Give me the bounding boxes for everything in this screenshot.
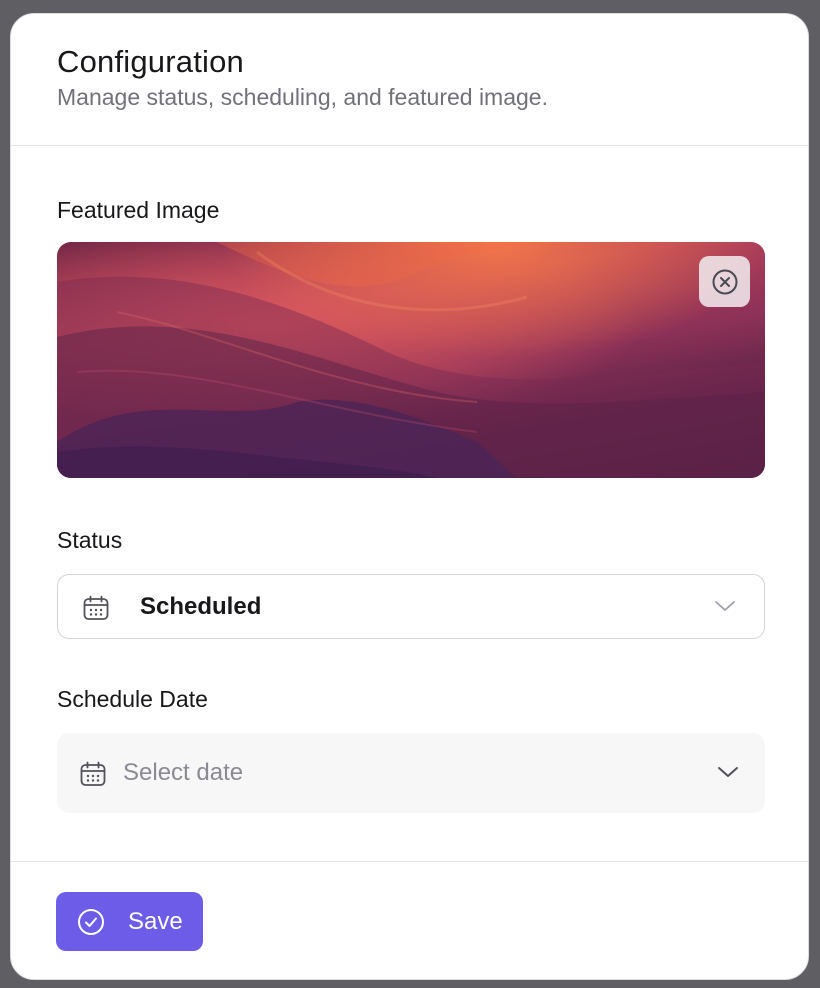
card-footer: Save xyxy=(11,861,808,979)
page-title: Configuration xyxy=(57,44,244,79)
schedule-date-placeholder: Select date xyxy=(123,759,244,786)
calendar-icon xyxy=(80,761,106,786)
check-circle-icon xyxy=(78,908,104,935)
chevron-down-icon xyxy=(715,601,735,611)
card-header: Configuration Manage status, scheduling,… xyxy=(11,14,808,146)
schedule-date-select[interactable]: Select date xyxy=(57,733,765,813)
status-label: Status xyxy=(57,527,123,553)
configuration-card: Configuration Manage status, scheduling,… xyxy=(10,13,809,980)
status-select[interactable]: Scheduled xyxy=(57,574,765,639)
canyon-rock-image xyxy=(57,242,765,478)
featured-image xyxy=(57,242,765,478)
chevron-down-icon xyxy=(718,767,738,777)
page-subtitle: Manage status, scheduling, and featured … xyxy=(57,84,548,110)
save-button[interactable]: Save xyxy=(56,892,203,951)
calendar-icon xyxy=(83,595,109,620)
schedule-date-label: Schedule Date xyxy=(57,686,208,712)
close-circle-icon xyxy=(712,269,737,294)
featured-image-label: Featured Image xyxy=(57,197,220,223)
save-button-label: Save xyxy=(128,907,183,935)
status-value: Scheduled xyxy=(140,592,262,620)
card-body: Featured Image Status Scheduled Schedule… xyxy=(11,196,808,813)
remove-image-button[interactable] xyxy=(699,256,750,307)
